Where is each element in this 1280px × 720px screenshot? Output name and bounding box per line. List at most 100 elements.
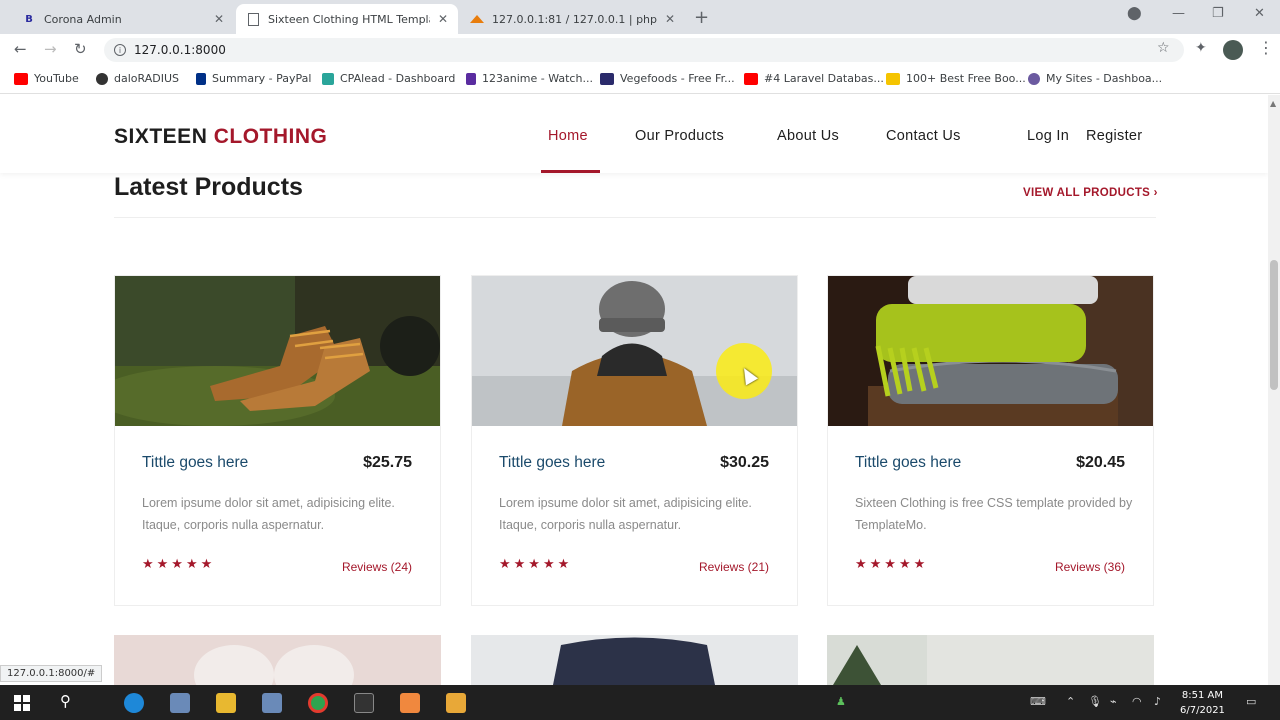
nav-our-products[interactable]: Our Products: [635, 128, 724, 144]
tab-phpmyadmin[interactable]: 127.0.0.1:81 / 127.0.0.1 | phpMyA... ✕: [460, 4, 685, 34]
forward-icon[interactable]: →: [44, 40, 57, 58]
info-icon[interactable]: i: [114, 44, 126, 56]
nav-register[interactable]: Register: [1086, 128, 1142, 144]
browser-tab-bar: B Corona Admin ✕ Sixteen Clothing HTML T…: [0, 0, 1280, 34]
product-card[interactable]: Tittle goes here $20.45 Sixteen Clothing…: [827, 275, 1154, 606]
extensions-icon[interactable]: ✦: [1195, 40, 1207, 56]
address-bar[interactable]: i 127.0.0.1:8000: [104, 38, 1184, 62]
product-description: Lorem ipsume dolor sit amet, adipisicing…: [142, 496, 395, 532]
wifi-icon[interactable]: ◠: [1132, 695, 1142, 708]
product-card[interactable]: Tittle goes here $25.75 Lorem ipsume dol…: [114, 275, 441, 606]
star-rating: ★★★★★: [142, 557, 216, 572]
bookmarks-bar: YouTube daloRADIUS Summary - PayPal CPAl…: [0, 66, 1280, 94]
edge-icon[interactable]: [124, 693, 144, 713]
reload-icon[interactable]: ↻: [74, 40, 87, 58]
record-icon[interactable]: ⬤: [1127, 6, 1142, 21]
close-tab-icon[interactable]: ✕: [438, 12, 448, 26]
view-all-products-link[interactable]: VIEW ALL PRODUCTS ›: [1023, 187, 1158, 199]
product-title[interactable]: Tittle goes here: [499, 454, 605, 472]
sublime-text-icon[interactable]: [446, 693, 466, 713]
reviews-count[interactable]: Reviews (36): [1055, 560, 1125, 574]
scrollbar-thumb[interactable]: [1270, 260, 1278, 390]
tray-app-icon[interactable]: ♟: [836, 695, 846, 708]
star-rating: ★★★★★: [499, 557, 573, 572]
tab-sixteen-clothing[interactable]: Sixteen Clothing HTML Template ✕: [236, 4, 458, 34]
bookmark-my-sites[interactable]: My Sites - Dashboa...: [1028, 72, 1162, 85]
bookmark-star-icon[interactable]: ☆: [1157, 40, 1170, 56]
product-title[interactable]: Tittle goes here: [142, 454, 248, 472]
section-title: Latest Products: [114, 173, 303, 201]
reviews-count[interactable]: Reviews (24): [342, 560, 412, 574]
bootstrap-icon: B: [25, 13, 33, 25]
search-icon[interactable]: ⚲: [60, 692, 71, 710]
avatar[interactable]: [1223, 40, 1243, 60]
product-image[interactable]: [115, 276, 440, 426]
bookmark-paypal[interactable]: Summary - PayPal: [196, 72, 311, 85]
paypal-icon: [196, 72, 206, 85]
play-icon: [466, 72, 476, 85]
bookmark-laravel[interactable]: #4 Laravel Databas...: [744, 72, 884, 85]
sites-icon: [1028, 72, 1040, 85]
nav-home[interactable]: Home: [548, 128, 588, 144]
reviews-count[interactable]: Reviews (21): [699, 560, 769, 574]
product-card[interactable]: Tittle goes here $30.25 Lorem ipsume dol…: [471, 275, 798, 606]
nav-about-us[interactable]: About Us: [777, 128, 839, 144]
nav-log-in[interactable]: Log In: [1027, 128, 1069, 144]
tab-corona-admin[interactable]: B Corona Admin ✕: [12, 4, 234, 34]
active-nav-indicator: [541, 170, 600, 173]
chrome-icon[interactable]: [308, 693, 328, 713]
windows-start-icon[interactable]: [14, 695, 30, 711]
page-scrollbar[interactable]: ▲: [1268, 95, 1280, 685]
scroll-up-icon[interactable]: ▲: [1270, 99, 1276, 108]
bookmark-youtube[interactable]: YouTube: [14, 72, 79, 85]
star-rating: ★★★★★: [855, 557, 929, 572]
microphone-icon[interactable]: 🎙: [1088, 695, 1102, 708]
close-window-icon[interactable]: ✕: [1254, 6, 1265, 21]
new-tab-icon[interactable]: +: [694, 7, 709, 28]
site-header: SIXTEEN CLOTHING Home Our Products About…: [0, 95, 1268, 173]
divider: [114, 217, 1156, 218]
nav-contact-us[interactable]: Contact Us: [886, 128, 961, 144]
back-icon[interactable]: ←: [14, 40, 27, 58]
page-viewport: SIXTEEN CLOTHING Home Our Products About…: [0, 95, 1268, 685]
product-description: Lorem ipsume dolor sit amet, adipisicing…: [499, 496, 752, 532]
file-explorer-icon[interactable]: [216, 693, 236, 713]
minimize-icon[interactable]: —: [1172, 6, 1185, 21]
phpmyadmin-icon: [470, 12, 484, 26]
more-menu-icon[interactable]: ⋮: [1258, 38, 1274, 57]
product-image[interactable]: [828, 276, 1153, 426]
bookmark-vegefoods[interactable]: Vegefoods - Free Fr...: [600, 72, 735, 85]
site-logo[interactable]: SIXTEEN CLOTHING: [114, 125, 327, 149]
browser-toolbar: ← → ↻ i 127.0.0.1:8000: [0, 34, 1280, 66]
product-image[interactable]: [471, 635, 798, 685]
product-price: $20.45: [1076, 454, 1125, 471]
notifications-icon[interactable]: ▭: [1246, 695, 1256, 708]
show-hidden-icons-icon[interactable]: ⌃: [1066, 695, 1075, 708]
bookmark-free-books[interactable]: 100+ Best Free Boo...: [886, 72, 1026, 85]
globe-icon: [96, 72, 108, 85]
network-tray-icon[interactable]: ⌁: [1110, 695, 1117, 708]
youtube-icon: [14, 72, 28, 85]
taskbar-clock[interactable]: 8:51 AM 6/7/2021: [1180, 688, 1225, 718]
terminal-icon[interactable]: [354, 693, 374, 713]
product-price: $30.25: [720, 454, 769, 471]
bookmark-daloradius[interactable]: daloRADIUS: [96, 72, 179, 85]
bookmark-123anime[interactable]: 123anime - Watch...: [466, 72, 593, 85]
product-image[interactable]: [827, 635, 1154, 685]
xampp-icon[interactable]: [400, 693, 420, 713]
maximize-icon[interactable]: ❐: [1212, 6, 1224, 21]
network-icon[interactable]: [262, 693, 282, 713]
network-icon[interactable]: [170, 693, 190, 713]
product-image[interactable]: [114, 635, 441, 685]
close-tab-icon[interactable]: ✕: [665, 12, 675, 26]
status-url: 127.0.0.1:8000/#: [0, 665, 103, 682]
keyboard-icon[interactable]: ⌨: [1030, 695, 1046, 708]
youtube-icon: [744, 72, 758, 85]
product-description: Sixteen Clothing is free CSS template pr…: [855, 496, 1133, 532]
bookmark-cpalead[interactable]: CPAlead - Dashboard: [322, 72, 455, 85]
product-title[interactable]: Tittle goes here: [855, 454, 961, 472]
volume-icon[interactable]: ♪: [1154, 695, 1161, 708]
close-tab-icon[interactable]: ✕: [214, 12, 224, 26]
document-icon: [246, 12, 260, 26]
cpalead-icon: [322, 72, 334, 85]
